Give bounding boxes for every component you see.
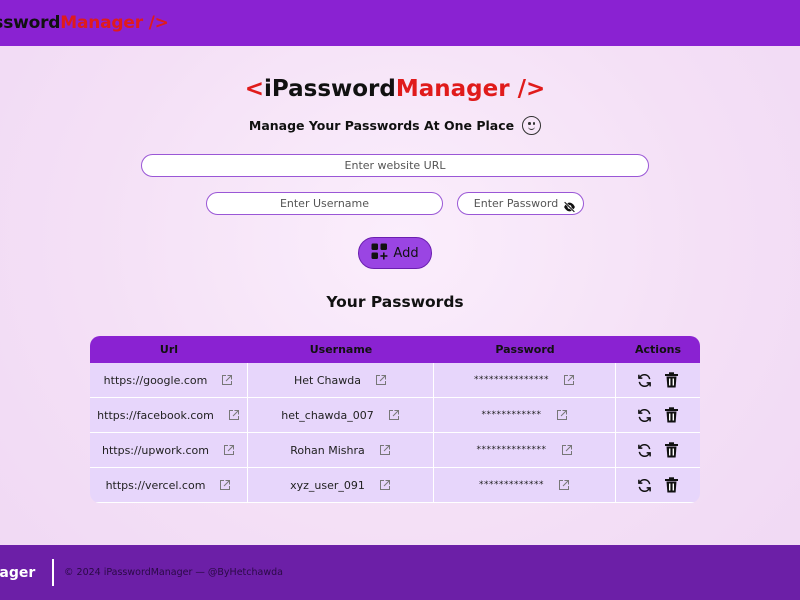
url-text: https://vercel.com	[105, 478, 206, 492]
url-text: https://facebook.com	[97, 408, 214, 422]
table-row: https://upwork.com Rohan Mishra **********…	[90, 433, 700, 468]
refresh-icon[interactable]	[637, 478, 652, 493]
passwords-table: Url Username Password Actions https://go…	[90, 336, 700, 503]
title-brand-red: Manager	[395, 76, 510, 102]
logo-red-part: Manager />	[60, 13, 169, 33]
password-text: **************	[476, 445, 547, 455]
footer-divider	[52, 559, 54, 586]
actions-cell	[616, 468, 700, 503]
external-link-icon[interactable]	[228, 409, 240, 421]
url-text: https://google.com	[103, 373, 208, 387]
password-input[interactable]	[458, 193, 568, 214]
smiley-face-icon	[522, 116, 542, 135]
table-row: https://google.com Het Chawda ************…	[90, 363, 700, 398]
actions-cell	[616, 398, 700, 433]
refresh-icon[interactable]	[637, 408, 652, 423]
page-title: <iPasswordManager />	[0, 76, 790, 102]
username-text: het_chawda_007	[281, 408, 374, 422]
footer-logo: anager	[0, 565, 36, 581]
trash-icon[interactable]	[664, 372, 679, 388]
password-cell: ************	[434, 398, 616, 433]
url-text: https://upwork.com	[102, 443, 209, 457]
copy-password-icon[interactable]	[556, 409, 568, 421]
username-text: Rohan Mishra	[290, 443, 365, 457]
external-link-icon[interactable]	[223, 444, 235, 456]
copy-password-icon[interactable]	[563, 374, 575, 386]
table-row: https://facebook.com het_chawda_007 ******…	[90, 398, 700, 433]
password-text: ************	[481, 410, 542, 420]
page-subtitle: Manage Your Passwords At One Place	[0, 116, 790, 135]
url-cell: https://facebook.com	[90, 398, 248, 433]
logo-black-part: assword	[0, 13, 61, 33]
copy-username-icon[interactable]	[379, 479, 391, 491]
username-cell: het_chawda_007	[248, 398, 434, 433]
username-text: Het Chawda	[294, 373, 361, 387]
table-body: https://google.com Het Chawda ************…	[90, 363, 700, 503]
password-cell: **************	[434, 433, 616, 468]
external-link-icon[interactable]	[221, 374, 233, 386]
username-cell: Het Chawda	[248, 363, 434, 398]
add-grid-icon	[371, 243, 388, 264]
url-cell: https://upwork.com	[90, 433, 248, 468]
navbar-logo[interactable]: asswordManager />	[0, 13, 169, 33]
navbar: asswordManager />	[0, 0, 800, 46]
title-open-bracket: <	[244, 76, 264, 102]
username-cell: Rohan Mishra	[248, 433, 434, 468]
url-cell: https://google.com	[90, 363, 248, 398]
password-field	[457, 192, 584, 215]
website-url-input[interactable]	[141, 154, 649, 177]
external-link-icon[interactable]	[219, 479, 231, 491]
table-header: Url Username Password Actions	[90, 336, 700, 363]
add-button-label: Add	[393, 245, 419, 261]
copy-username-icon[interactable]	[375, 374, 387, 386]
password-cell: *************	[434, 468, 616, 503]
add-button[interactable]: Add	[358, 237, 432, 269]
username-cell: xyz_user_091	[248, 468, 434, 503]
passwords-section-title: Your Passwords	[326, 293, 464, 311]
footer-copyright: © 2024 iPasswordManager — @ByHetchawda	[64, 567, 283, 578]
actions-cell	[616, 363, 700, 398]
header-username: Username	[309, 343, 373, 356]
copy-password-icon[interactable]	[558, 479, 570, 491]
title-close-bracket: />	[509, 76, 546, 102]
title-brand-black: iPassword	[263, 76, 396, 102]
actions-cell	[616, 433, 700, 468]
footer: anager © 2024 iPasswordManager — @ByHetc…	[0, 545, 800, 600]
trash-icon[interactable]	[664, 442, 679, 458]
password-text: ***************	[474, 375, 549, 385]
copy-password-icon[interactable]	[561, 444, 573, 456]
refresh-icon[interactable]	[637, 373, 652, 388]
header-password: Password	[495, 343, 555, 356]
password-cell: ***************	[434, 363, 616, 398]
username-text: xyz_user_091	[290, 478, 365, 492]
trash-icon[interactable]	[664, 477, 679, 493]
header-actions: Actions	[635, 343, 681, 356]
password-text: *************	[479, 480, 544, 490]
trash-icon[interactable]	[664, 407, 679, 423]
subtitle-text: Manage Your Passwords At One Place	[248, 118, 515, 133]
copy-username-icon[interactable]	[388, 409, 400, 421]
eye-slash-icon[interactable]	[563, 198, 576, 217]
table-row: https://vercel.com xyz_user_091 **********…	[90, 468, 700, 503]
copy-username-icon[interactable]	[379, 444, 391, 456]
refresh-icon[interactable]	[637, 443, 652, 458]
username-input[interactable]	[206, 192, 443, 215]
header-url: Url	[159, 343, 179, 356]
url-cell: https://vercel.com	[90, 468, 248, 503]
